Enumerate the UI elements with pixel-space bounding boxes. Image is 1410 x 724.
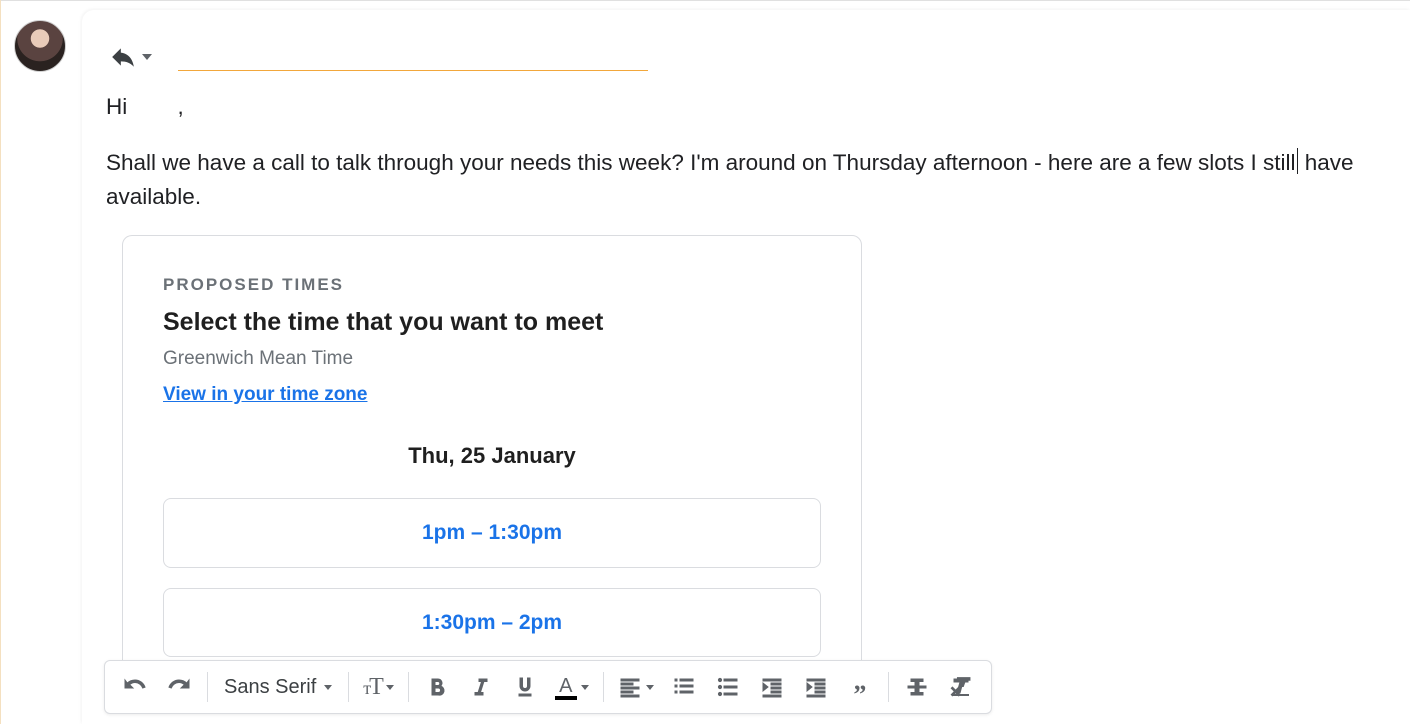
time-slot-option[interactable]: 1pm – 1:30pm xyxy=(163,498,821,568)
indent-less-button[interactable] xyxy=(750,665,794,709)
body-text-pre-cursor: Shall we have a call to talk through you… xyxy=(106,150,1296,175)
card-title: Select the time that you want to meet xyxy=(163,304,821,342)
bold-icon xyxy=(425,675,449,699)
greeting-prefix: Hi xyxy=(106,94,134,119)
remove-formatting-button[interactable] xyxy=(939,665,983,709)
italic-icon xyxy=(469,675,493,699)
proposed-times-card: PROPOSED TIMES Select the time that you … xyxy=(122,235,862,694)
font-size-icon: тT xyxy=(363,674,382,701)
recipient-redacted-line xyxy=(178,43,648,71)
indent-more-button[interactable] xyxy=(794,665,838,709)
text-color-icon: A xyxy=(555,675,577,700)
formatting-toolbar: Sans Serif тT A ” xyxy=(104,660,992,714)
text-cursor xyxy=(1297,148,1298,174)
reply-arrow-icon xyxy=(110,44,136,70)
greeting-suffix: , xyxy=(178,94,184,119)
bulleted-list-button[interactable] xyxy=(706,665,750,709)
align-left-icon xyxy=(618,675,642,699)
toolbar-separator xyxy=(408,672,409,702)
chevron-down-icon xyxy=(581,685,589,690)
strikethrough-button[interactable] xyxy=(895,665,939,709)
align-button[interactable] xyxy=(610,665,662,709)
toolbar-separator xyxy=(888,672,889,702)
card-section-label: PROPOSED TIMES xyxy=(163,272,821,298)
undo-button[interactable] xyxy=(113,665,157,709)
undo-icon xyxy=(123,675,147,699)
bold-button[interactable] xyxy=(415,665,459,709)
sender-avatar xyxy=(14,20,66,72)
quote-button[interactable]: ” xyxy=(838,665,882,709)
bulleted-list-icon xyxy=(716,675,740,699)
numbered-list-button[interactable] xyxy=(662,665,706,709)
email-body-editor[interactable]: Hi , Shall we have a call to talk throug… xyxy=(82,74,1410,694)
greeting-line: Hi , xyxy=(106,90,1386,124)
indent-more-icon xyxy=(804,675,828,699)
chevron-down-icon xyxy=(646,685,654,690)
time-slot-option[interactable]: 1:30pm – 2pm xyxy=(163,588,821,658)
proposed-date-heading: Thu, 25 January xyxy=(163,439,821,472)
toolbar-separator xyxy=(603,672,604,702)
redo-button[interactable] xyxy=(157,665,201,709)
card-timezone: Greenwich Mean Time xyxy=(163,345,821,374)
toolbar-separator xyxy=(207,672,208,702)
window-left-border xyxy=(0,0,1,724)
font-family-label: Sans Serif xyxy=(224,676,316,699)
redo-icon xyxy=(167,675,191,699)
view-in-your-timezone-link[interactable]: View in your time zone xyxy=(163,381,367,410)
italic-button[interactable] xyxy=(459,665,503,709)
window-top-border xyxy=(0,0,1410,1)
strikethrough-icon xyxy=(905,675,929,699)
toolbar-separator xyxy=(348,672,349,702)
chevron-down-icon xyxy=(142,54,152,60)
reply-header-row xyxy=(82,40,1410,74)
reply-type-button[interactable] xyxy=(106,40,156,74)
body-paragraph: Shall we have a call to talk through you… xyxy=(106,146,1386,214)
compose-panel: Hi , Shall we have a call to talk throug… xyxy=(82,10,1410,724)
underline-icon xyxy=(513,675,537,699)
chevron-down-icon xyxy=(386,685,394,690)
text-color-button[interactable]: A xyxy=(547,665,597,709)
chevron-down-icon xyxy=(324,685,332,690)
font-family-select[interactable]: Sans Serif xyxy=(214,665,342,709)
numbered-list-icon xyxy=(672,675,696,699)
font-size-button[interactable]: тT xyxy=(355,665,402,709)
underline-button[interactable] xyxy=(503,665,547,709)
indent-less-icon xyxy=(760,675,784,699)
